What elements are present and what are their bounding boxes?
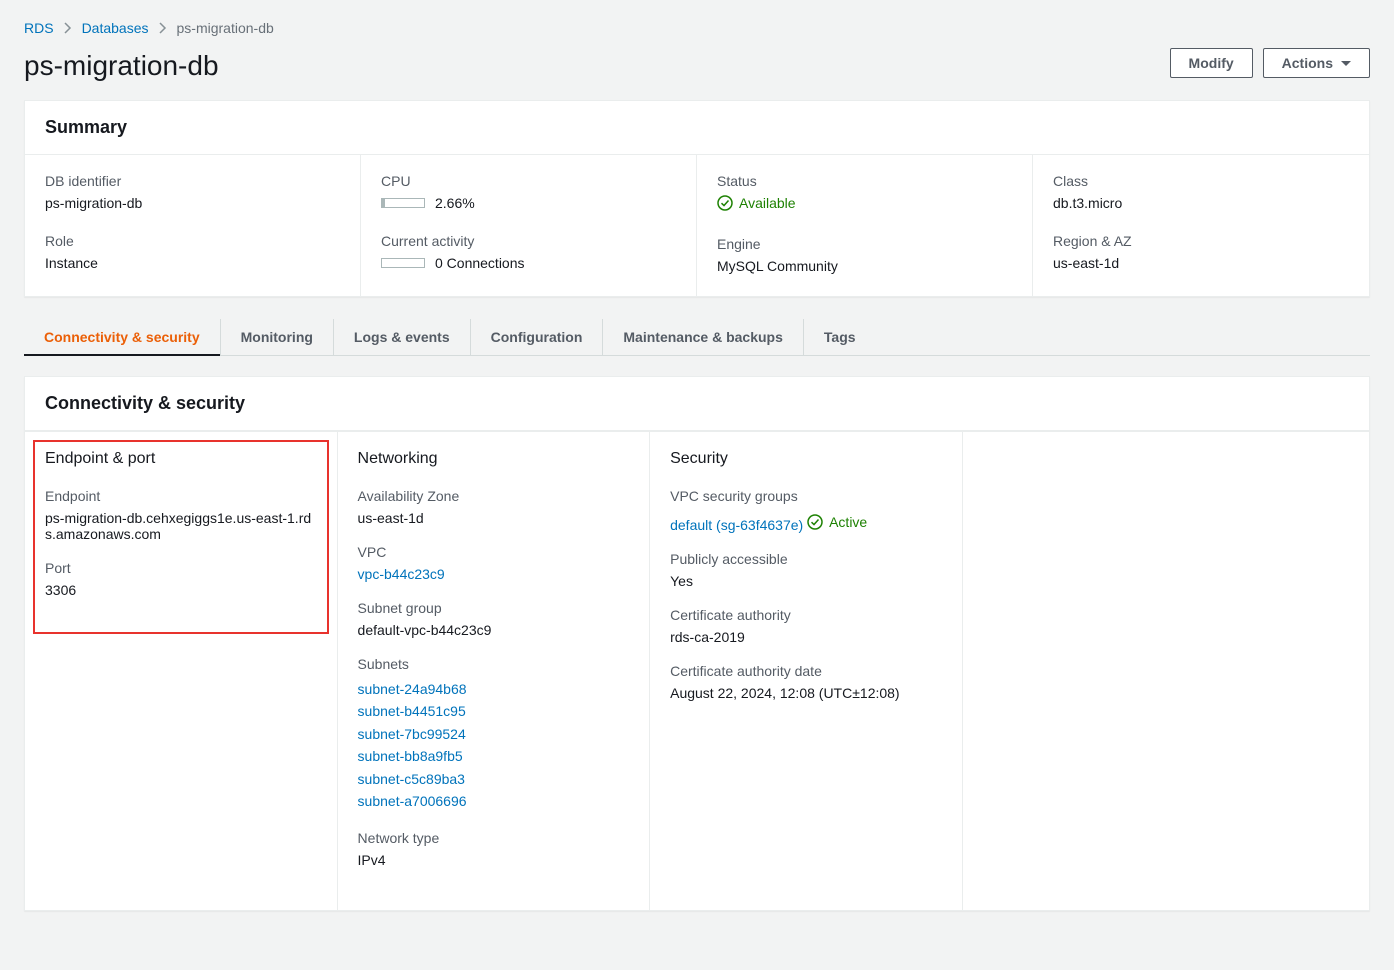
tab-logs-events[interactable]: Logs & events xyxy=(334,319,471,355)
port-label: Port xyxy=(45,560,317,576)
vpc-link[interactable]: vpc-b44c23c9 xyxy=(358,566,445,582)
activity-value: 0 Connections xyxy=(435,255,525,271)
cpu-value: 2.66% xyxy=(435,195,475,211)
connectivity-heading: Connectivity & security xyxy=(45,393,1349,414)
empty-column xyxy=(963,432,1369,910)
modify-button[interactable]: Modify xyxy=(1170,48,1253,78)
security-heading: Security xyxy=(670,450,942,468)
tab-tags[interactable]: Tags xyxy=(804,319,876,355)
subnet-group-value: default-vpc-b44c23c9 xyxy=(358,622,630,638)
ca-label: Certificate authority xyxy=(670,607,942,623)
network-type-label: Network type xyxy=(358,830,630,846)
region-value: us-east-1d xyxy=(1053,255,1349,271)
tab-maintenance-backups[interactable]: Maintenance & backups xyxy=(603,319,804,355)
check-circle-icon xyxy=(717,195,733,211)
actions-button-label: Actions xyxy=(1282,55,1333,71)
endpoint-value: ps-migration-db.cehxegiggs1e.us-east-1.r… xyxy=(45,510,317,542)
subnet-link[interactable]: subnet-bb8a9fb5 xyxy=(358,745,630,767)
status-value: Available xyxy=(717,195,796,211)
status-text: Available xyxy=(739,195,796,211)
port-value: 3306 xyxy=(45,582,317,598)
connectivity-panel: Connectivity & security Endpoint & port … xyxy=(24,376,1370,911)
network-type-value: IPv4 xyxy=(358,852,630,868)
region-label: Region & AZ xyxy=(1053,233,1349,249)
breadcrumb-rds[interactable]: RDS xyxy=(24,20,54,36)
cpu-progress xyxy=(381,198,425,208)
sg-status-text: Active xyxy=(829,514,867,530)
engine-value: MySQL Community xyxy=(717,258,1012,274)
summary-panel: Summary DB identifier ps-migration-db Ro… xyxy=(24,100,1370,297)
chevron-right-icon xyxy=(159,22,167,34)
page-title: ps-migration-db xyxy=(24,50,219,82)
summary-heading: Summary xyxy=(45,117,1349,138)
public-value: Yes xyxy=(670,573,942,589)
ca-value: rds-ca-2019 xyxy=(670,629,942,645)
subnet-link[interactable]: subnet-a7006696 xyxy=(358,790,630,812)
caret-down-icon xyxy=(1341,61,1351,66)
breadcrumb: RDS Databases ps-migration-db xyxy=(24,20,1370,36)
endpoint-port-highlight: Endpoint & port Endpoint ps-migration-db… xyxy=(33,440,329,634)
ca-date-value: August 22, 2024, 12:08 (UTC±12:08) xyxy=(670,685,942,701)
subnet-link[interactable]: subnet-b4451c95 xyxy=(358,700,630,722)
networking-heading: Networking xyxy=(358,450,630,468)
sg-status: Active xyxy=(807,514,867,530)
cpu-label: CPU xyxy=(381,173,676,189)
status-label: Status xyxy=(717,173,1012,189)
sg-label: VPC security groups xyxy=(670,488,942,504)
role-label: Role xyxy=(45,233,340,249)
db-identifier-value: ps-migration-db xyxy=(45,195,340,211)
endpoint-port-heading: Endpoint & port xyxy=(45,450,317,468)
actions-button[interactable]: Actions xyxy=(1263,48,1370,78)
tabs: Connectivity & security Monitoring Logs … xyxy=(24,319,1370,356)
az-label: Availability Zone xyxy=(358,488,630,504)
subnet-link[interactable]: subnet-c5c89ba3 xyxy=(358,768,630,790)
check-circle-icon xyxy=(807,514,823,530)
chevron-right-icon xyxy=(64,22,72,34)
class-value: db.t3.micro xyxy=(1053,195,1349,211)
ca-date-label: Certificate authority date xyxy=(670,663,942,679)
cpu-progress-fill xyxy=(382,199,385,207)
sg-link[interactable]: default (sg-63f4637e) xyxy=(670,517,803,533)
tab-monitoring[interactable]: Monitoring xyxy=(221,319,334,355)
breadcrumb-current: ps-migration-db xyxy=(177,20,274,36)
class-label: Class xyxy=(1053,173,1349,189)
db-identifier-label: DB identifier xyxy=(45,173,340,189)
engine-label: Engine xyxy=(717,236,1012,252)
vpc-label: VPC xyxy=(358,544,630,560)
role-value: Instance xyxy=(45,255,340,271)
tab-configuration[interactable]: Configuration xyxy=(471,319,604,355)
subnet-link[interactable]: subnet-7bc99524 xyxy=(358,723,630,745)
az-value: us-east-1d xyxy=(358,510,630,526)
subnet-link[interactable]: subnet-24a94b68 xyxy=(358,678,630,700)
activity-label: Current activity xyxy=(381,233,676,249)
subnets-label: Subnets xyxy=(358,656,630,672)
activity-progress xyxy=(381,258,425,268)
breadcrumb-databases[interactable]: Databases xyxy=(82,20,149,36)
subnet-group-label: Subnet group xyxy=(358,600,630,616)
public-label: Publicly accessible xyxy=(670,551,942,567)
tab-connectivity-security[interactable]: Connectivity & security xyxy=(24,319,221,355)
endpoint-label: Endpoint xyxy=(45,488,317,504)
